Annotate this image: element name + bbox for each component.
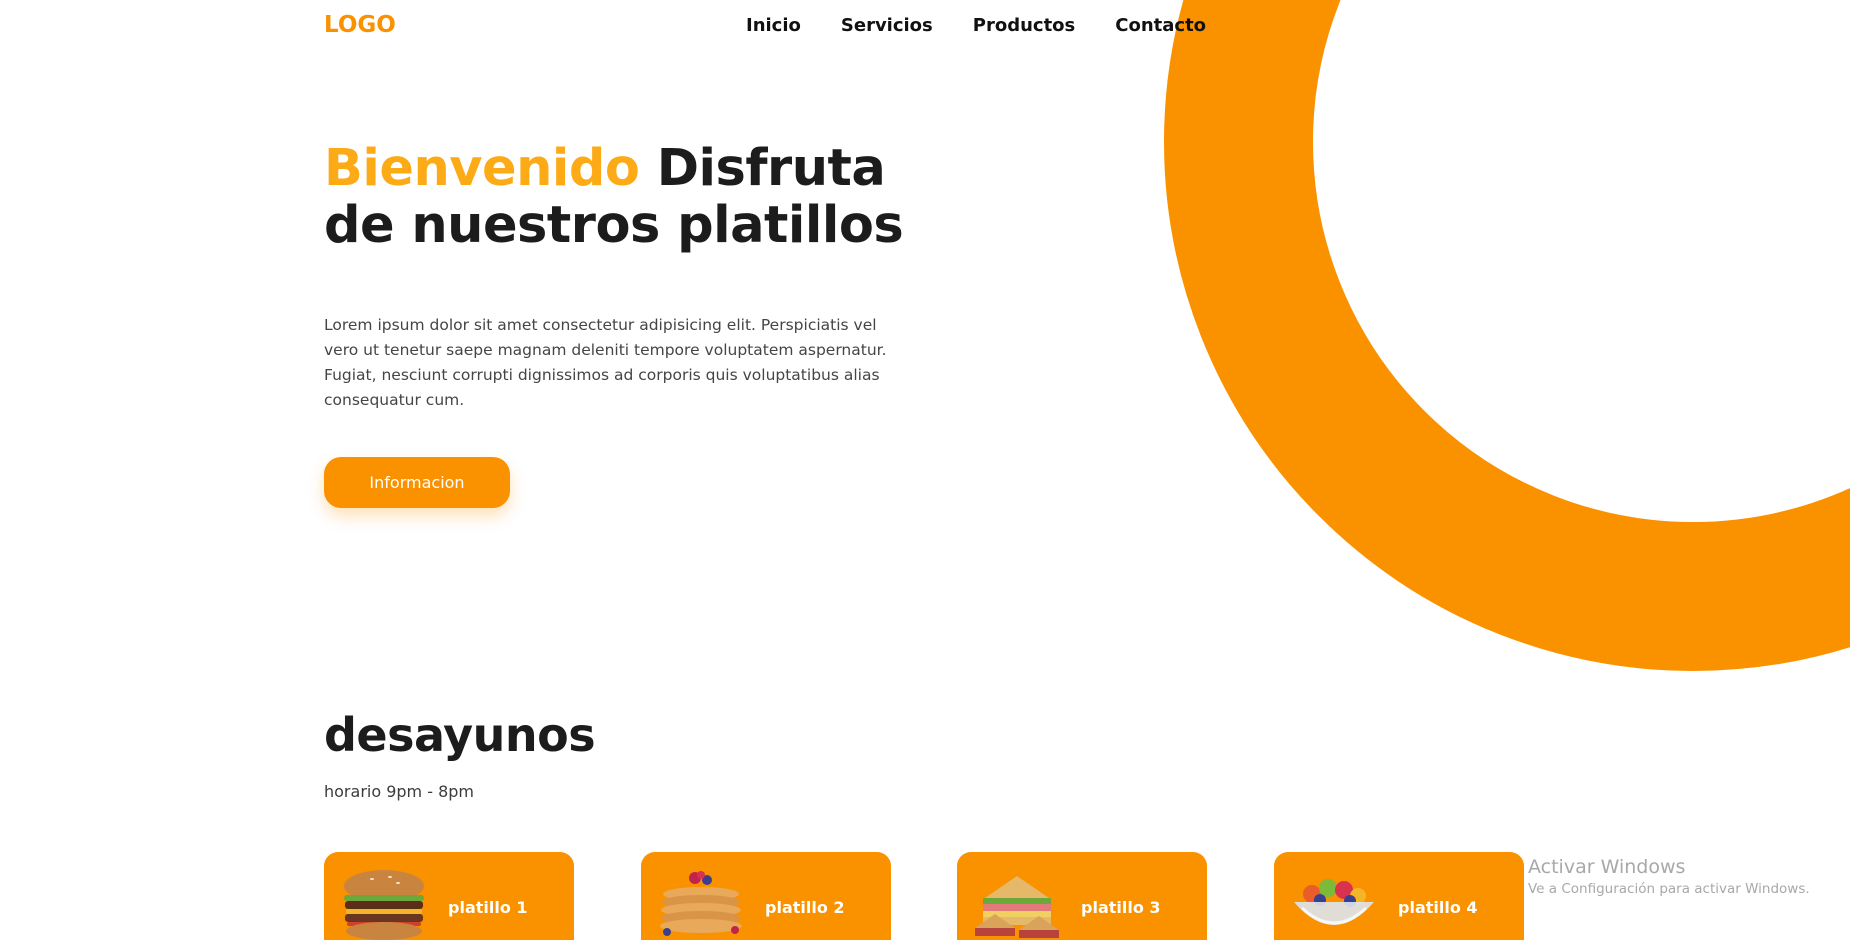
dish-card-1-label: platillo 1: [448, 898, 528, 917]
hero-title: Bienvenido Disfruta de nuestros platillo…: [324, 140, 964, 254]
hero-title-accent: Bienvenido: [324, 139, 640, 198]
dish-card-4[interactable]: platillo 4: [1274, 852, 1524, 940]
sandwich-image: [975, 876, 1059, 938]
dish-card-2[interactable]: platillo 2: [641, 852, 891, 940]
section-title: desayunos: [324, 708, 596, 762]
nav-link-productos[interactable]: Productos: [973, 15, 1076, 36]
page: LOGO Inicio Servicios Productos Contacto…: [0, 0, 1850, 940]
dish-card-3[interactable]: platillo 3: [957, 852, 1207, 940]
logo[interactable]: LOGO: [324, 12, 396, 38]
nav-link-inicio[interactable]: Inicio: [746, 15, 801, 36]
dish-card-2-label: platillo 2: [765, 898, 845, 917]
informacion-button[interactable]: Informacion: [324, 457, 510, 508]
hero-description: Lorem ipsum dolor sit amet consectetur a…: [324, 316, 887, 409]
burger-image: [344, 870, 424, 940]
fruit-bowl-image: [1294, 879, 1374, 925]
dish-card-4-label: platillo 4: [1398, 898, 1478, 917]
dish-card-3-label: platillo 3: [1081, 898, 1161, 917]
decorative-ring: [1164, 0, 1850, 671]
watermark-title: Activar Windows: [1528, 856, 1686, 878]
watermark-subtitle: Ve a Configuración para activar Windows.: [1528, 881, 1810, 897]
nav-link-contacto[interactable]: Contacto: [1115, 15, 1206, 36]
main-nav: Inicio Servicios Productos Contacto: [746, 15, 1246, 36]
section-schedule: horario 9pm - 8pm: [324, 782, 474, 801]
windows-activation-watermark: Activar Windows Ve a Configuración para …: [1528, 855, 1810, 899]
pancakes-image: [660, 871, 742, 936]
nav-link-servicios[interactable]: Servicios: [841, 15, 933, 36]
dish-card-1[interactable]: platillo 1: [324, 852, 574, 940]
